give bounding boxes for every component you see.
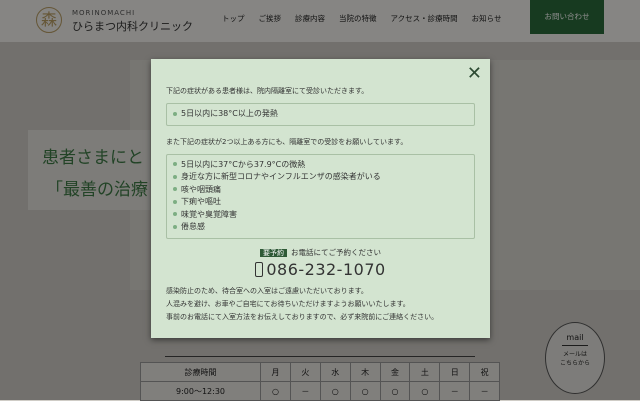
cell: ○ xyxy=(349,381,381,401)
header-cell: 金 xyxy=(379,362,411,382)
reservation-badge: 要予約 xyxy=(260,248,287,257)
nav-news[interactable]: お知らせ xyxy=(472,13,502,24)
list-item-text: 味覚や臭覚障害 xyxy=(181,209,237,219)
mail-line1: メールは xyxy=(562,351,587,358)
site-header: 森 MORINOMACHI ひらまつ内科クリニック トップ ご挨拶 診療内容 当… xyxy=(0,0,640,42)
list-item: 身近な方に新型コロナやインフルエンザの感染者がいる xyxy=(173,171,468,184)
list-item: 5日以内に38°C以上の発熱 xyxy=(173,108,468,121)
list-item-text: 身近な方に新型コロナやインフルエンザの感染者がいる xyxy=(181,172,381,181)
header-cell: 祝 xyxy=(469,362,500,382)
header-cell: 土 xyxy=(409,362,441,382)
table-row: 9:00～12:30 ○ － ○ ○ ○ ○ － － xyxy=(140,381,500,401)
symptom-list-primary: 5日以内に38°C以上の発熱 xyxy=(166,103,475,126)
cell: ○ xyxy=(319,381,351,401)
list-item-text: 咳や咽頭痛 xyxy=(181,184,221,194)
cell: － xyxy=(469,381,500,401)
nav-access[interactable]: アクセス・診療時間 xyxy=(391,13,458,24)
reservation-text: お電話にてご予約ください xyxy=(291,247,381,257)
symptom-list-secondary: 5日以内に37°Cから37.9°Cの微熱 身近な方に新型コロナやインフルエンザの… xyxy=(166,153,475,239)
header-cell: 木 xyxy=(349,362,381,382)
logo-name[interactable]: ひらまつ内科クリニック xyxy=(72,18,193,34)
note-line: 事前のお電話にて入室方法をお伝えしておりますので、必ず来院前にご連絡ください。 xyxy=(166,312,439,321)
bullet-icon xyxy=(173,174,177,179)
table-header-row: 診療時間 月 火 水 木 金 土 日 祝 xyxy=(140,362,500,382)
intro-text-2: また下記の症状が2つ以上ある方にも、隔離室での受診をお願いしています。 xyxy=(166,137,408,146)
cell: ○ xyxy=(260,381,291,401)
header-cell: 火 xyxy=(289,362,321,382)
list-item: 倦怠感 xyxy=(173,221,468,234)
phone-link[interactable]: 086-232-1070 xyxy=(166,260,475,279)
list-item-text: 5日以内に37°Cから37.9°Cの微熱 xyxy=(181,159,306,169)
list-item: 咳や咽頭痛 xyxy=(173,184,468,197)
list-item: 5日以内に37°Cから37.9°Cの微熱 xyxy=(173,159,468,172)
bullet-icon xyxy=(173,162,177,166)
contact-button[interactable]: お問い合わせ xyxy=(530,0,604,34)
phone-number: 086-232-1070 xyxy=(266,259,386,279)
cell: － xyxy=(439,381,471,401)
header-cell: 診療時間 xyxy=(140,362,261,382)
list-item-text: 倦怠感 xyxy=(181,222,205,231)
logo-icon[interactable]: 森 xyxy=(36,7,62,33)
reservation-note: 要予約 お電話にてご予約ください xyxy=(166,247,475,258)
bullet-icon xyxy=(173,187,177,191)
mail-button[interactable]: mail メールは こちらから xyxy=(545,322,605,394)
list-item: 下痢や嘔吐 xyxy=(173,196,468,209)
mail-line2: こちらから xyxy=(559,360,590,367)
cell: ○ xyxy=(379,381,411,401)
hero-heading-line2: 「最善の治療 xyxy=(46,180,148,200)
hero-heading-line1: 患者さまにと xyxy=(42,148,144,168)
note-line: 人混みを避け、お車やご自宅にてお待ちいただけますようお願いいたします。 xyxy=(166,299,410,308)
logo-subtitle: MORINOMACHI xyxy=(72,9,136,17)
cell: － xyxy=(289,381,321,401)
close-icon[interactable]: ✕ xyxy=(467,63,482,84)
intro-text-1: 下記の症状がある患者様は、院内隔離室にて受診いただきます。 xyxy=(166,87,369,95)
covid-notice-modal: ✕ 下記の症状がある患者様は、院内隔離室にて受診いただきます。 5日以内に38°… xyxy=(151,59,490,338)
list-item: 味覚や臭覚障害 xyxy=(173,209,468,222)
header-cell: 水 xyxy=(319,362,351,382)
cell: ○ xyxy=(409,381,441,401)
nav-services[interactable]: 診療内容 xyxy=(295,13,325,24)
bullet-icon xyxy=(173,111,177,116)
cell: 9:00～12:30 xyxy=(140,381,261,401)
bullet-icon xyxy=(173,212,177,216)
header-cell: 日 xyxy=(439,362,471,382)
bullet-icon xyxy=(173,224,177,229)
list-item-text: 下痢や嘔吐 xyxy=(181,197,221,206)
mail-title: mail xyxy=(562,333,588,346)
note-line: 感染防止のため、待合室への入室はご遠慮いただいております。 xyxy=(166,286,368,295)
header-cell: 月 xyxy=(260,362,291,382)
main-nav: トップ ご挨拶 診療内容 当院の特徴 アクセス・診療時間 お知らせ xyxy=(222,13,501,24)
divider xyxy=(165,356,475,357)
list-item-text: 5日以内に38°C以上の発熱 xyxy=(181,109,278,118)
nav-top[interactable]: トップ xyxy=(222,13,245,24)
bullet-icon xyxy=(173,199,177,204)
nav-greeting[interactable]: ご挨拶 xyxy=(259,13,282,24)
nav-features[interactable]: 当院の特徴 xyxy=(339,13,377,24)
phone-icon xyxy=(255,261,264,277)
hours-table: 診療時間 月 火 水 木 金 土 日 祝 9:00～12:30 ○ － ○ ○ … xyxy=(140,362,500,401)
notes: 感染防止のため、待合室への入室はご遠慮いただいております。 人混みを避け、お車や… xyxy=(166,285,475,324)
